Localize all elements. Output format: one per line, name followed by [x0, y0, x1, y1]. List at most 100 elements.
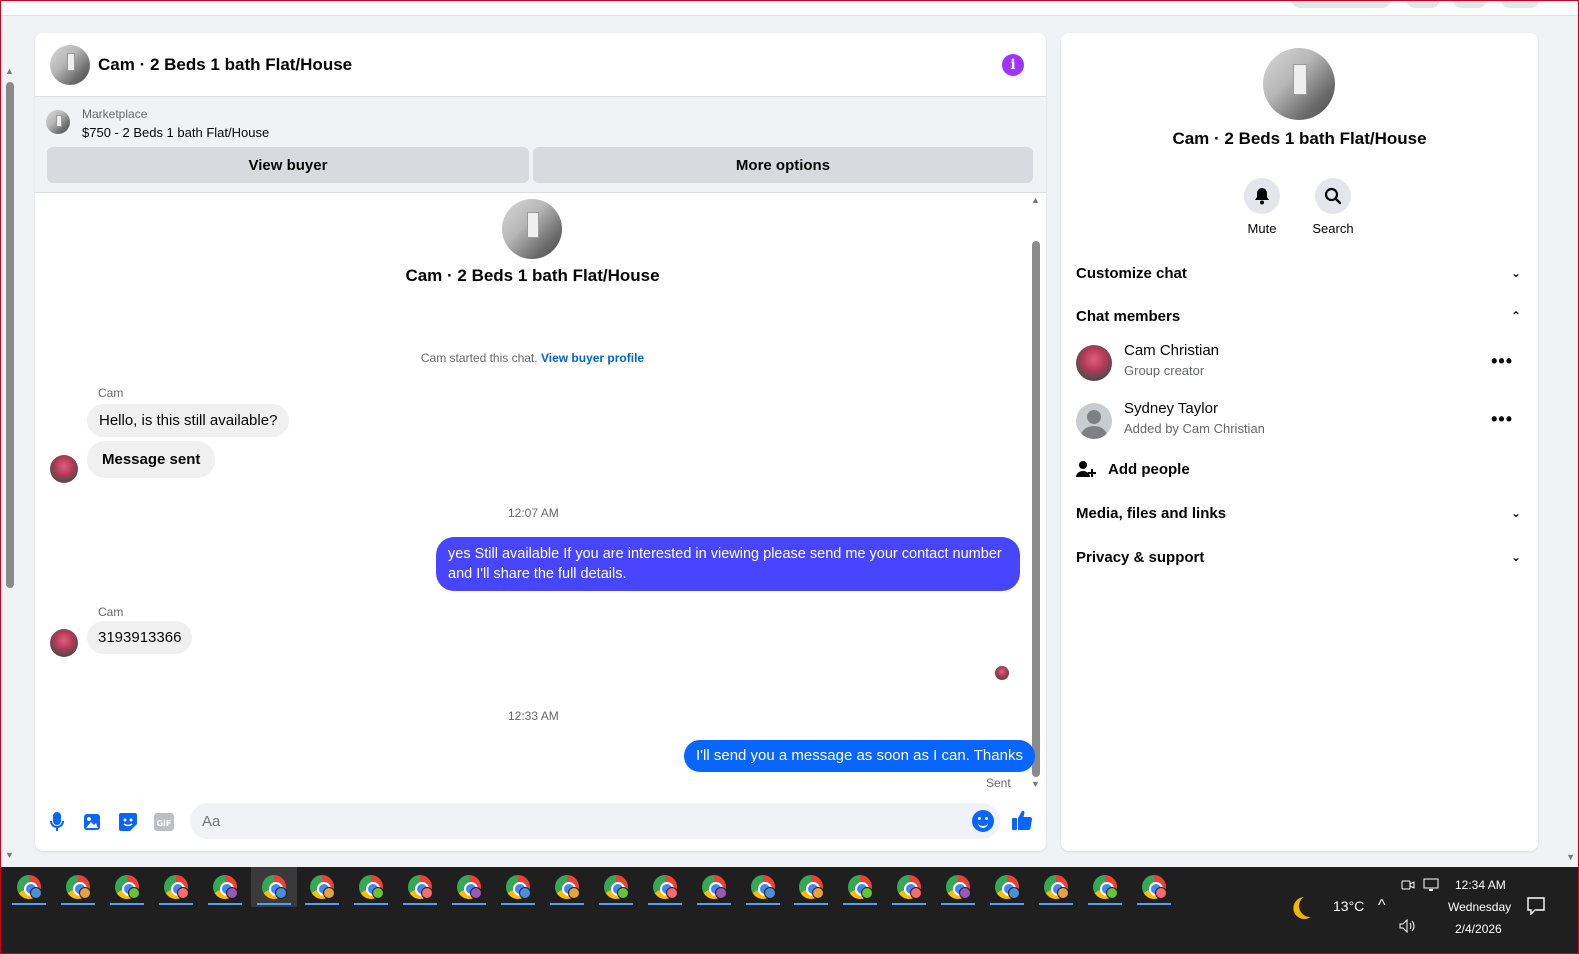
- listing-title[interactable]: $750 - 2 Beds 1 bath Flat/House: [82, 125, 269, 140]
- taskbar-app-button[interactable]: [153, 867, 199, 907]
- clock-date[interactable]: 2/4/2026: [1455, 922, 1502, 936]
- page-scrollbar[interactable]: ▲ ▼: [2, 66, 16, 862]
- taskbar-app-button[interactable]: [6, 867, 52, 907]
- chat-title[interactable]: Cam · 2 Beds 1 bath Flat/House: [98, 55, 352, 75]
- privacy-support-section[interactable]: Privacy & support ⌄: [1076, 539, 1523, 575]
- running-indicator: [1087, 903, 1122, 905]
- search-icon[interactable]: [1315, 178, 1351, 214]
- taskbar-app-button[interactable]: [250, 867, 297, 907]
- taskbar-app-button[interactable]: [202, 867, 248, 907]
- scroll-up-icon[interactable]: ▲: [1031, 195, 1040, 205]
- sticker-icon[interactable]: [117, 811, 139, 833]
- message-bubble-incoming[interactable]: Hello, is this still available?: [87, 404, 290, 437]
- running-indicator: [256, 903, 291, 905]
- top-icon-button[interactable]: [1453, 0, 1487, 8]
- taskbar-app-button[interactable]: [984, 867, 1030, 907]
- details-panel: Cam · 2 Beds 1 bath Flat/House Mute Sear…: [1061, 33, 1538, 851]
- mute-button[interactable]: Mute: [1232, 178, 1292, 236]
- media-files-links-section[interactable]: Media, files and links ⌄: [1076, 495, 1523, 531]
- details-avatar[interactable]: [1263, 48, 1335, 120]
- profile-badge-icon: [274, 887, 287, 899]
- message-input[interactable]: [190, 803, 1000, 839]
- member-row[interactable]: Cam Christian Group creator •••: [1076, 339, 1523, 387]
- info-icon[interactable]: i: [1002, 54, 1024, 76]
- clock-day[interactable]: Wednesday: [1448, 900, 1511, 914]
- view-buyer-profile-link[interactable]: View buyer profile: [541, 351, 644, 365]
- taskbar-app-button[interactable]: [1131, 867, 1177, 907]
- taskbar-app-button[interactable]: [1033, 867, 1079, 907]
- top-pill[interactable]: [1291, 0, 1391, 8]
- chevron-up-icon[interactable]: ^: [1378, 897, 1386, 915]
- scroll-down-icon[interactable]: ▼: [1566, 852, 1575, 862]
- profile-button[interactable]: [1501, 0, 1539, 8]
- gif-icon[interactable]: GIF: [153, 811, 175, 833]
- message-scrollbar[interactable]: ▲ ▼: [1031, 195, 1041, 789]
- taskbar-app-button[interactable]: [55, 867, 101, 907]
- top-icon-button[interactable]: [1406, 0, 1440, 8]
- scroll-down-icon[interactable]: ▼: [1031, 779, 1040, 789]
- taskbar-app-button[interactable]: [691, 867, 737, 907]
- more-options-icon[interactable]: •••: [1491, 351, 1513, 372]
- taskbar-app-button[interactable]: [886, 867, 932, 907]
- taskbar-app-button[interactable]: [788, 867, 834, 907]
- taskbar-app-button[interactable]: [837, 867, 883, 907]
- running-indicator: [354, 903, 389, 905]
- chevron-down-icon: ⌄: [1510, 550, 1522, 564]
- conversation-avatar[interactable]: [502, 199, 562, 259]
- more-options-icon[interactable]: •••: [1491, 409, 1513, 430]
- listing-thumbnail: [46, 110, 70, 134]
- sender-avatar[interactable]: [50, 455, 78, 483]
- message-bubble-incoming[interactable]: Message sent: [87, 441, 216, 478]
- profile-badge-icon: [372, 887, 385, 899]
- scroll-down-icon[interactable]: ▼: [5, 850, 14, 860]
- running-indicator: [990, 903, 1024, 905]
- weather-widget[interactable]: 13°C: [1291, 895, 1364, 917]
- member-row[interactable]: Sydney Taylor Added by Cam Christian •••: [1076, 397, 1523, 445]
- more-options-button[interactable]: More options: [533, 147, 1033, 183]
- message-bubble-outgoing[interactable]: yes Still available If you are intereste…: [436, 537, 1020, 591]
- message-bubble-outgoing[interactable]: I'll send you a message as soon as I can…: [684, 740, 1035, 772]
- notification-icon[interactable]: [1527, 897, 1545, 918]
- taskbar-app-button[interactable]: [642, 867, 688, 907]
- taskbar-app-button[interactable]: [544, 867, 590, 907]
- customize-chat-section[interactable]: Customize chat ⌄: [1076, 255, 1523, 291]
- meet-now-icon[interactable]: [1401, 878, 1415, 895]
- clock-time[interactable]: 12:34 AM: [1455, 878, 1506, 892]
- image-icon[interactable]: [81, 811, 103, 833]
- view-buyer-button[interactable]: View buyer: [47, 147, 529, 183]
- taskbar-app-button[interactable]: [397, 867, 443, 907]
- running-indicator: [60, 903, 95, 905]
- taskbar-app-button[interactable]: [299, 867, 345, 907]
- thumbs-up-icon[interactable]: [1011, 809, 1033, 831]
- add-people-button[interactable]: Add people: [1076, 457, 1190, 481]
- member-avatar[interactable]: [1076, 403, 1112, 439]
- taskbar-app-button[interactable]: [446, 867, 492, 907]
- message-bubble-incoming[interactable]: 3193913366: [87, 621, 193, 654]
- taskbar-app-button[interactable]: [935, 867, 981, 907]
- sender-avatar[interactable]: [50, 629, 78, 657]
- chat-avatar[interactable]: [50, 44, 90, 85]
- taskbar-app-button[interactable]: [1082, 867, 1128, 907]
- taskbar-app-button[interactable]: [495, 867, 541, 907]
- taskbar-app-button[interactable]: [348, 867, 394, 907]
- taskbar-app-button[interactable]: [740, 867, 786, 907]
- microphone-icon[interactable]: [46, 811, 68, 833]
- scrollbar-thumb[interactable]: [6, 82, 14, 588]
- member-name: Cam Christian: [1124, 342, 1220, 359]
- taskbar-app-button[interactable]: [104, 867, 150, 907]
- chat-members-section[interactable]: Chat members ⌃: [1076, 298, 1523, 334]
- taskbar-app-button[interactable]: [593, 867, 639, 907]
- message-list: ▲ ▼ Cam · 2 Beds 1 bath Flat/House Cam s…: [35, 193, 1046, 803]
- volume-icon[interactable]: [1399, 918, 1417, 936]
- emoji-icon[interactable]: [972, 810, 994, 832]
- scroll-up-icon[interactable]: ▲: [5, 66, 14, 76]
- profile-badge-icon: [30, 887, 42, 899]
- member-avatar[interactable]: [1076, 345, 1112, 381]
- profile-badge-icon: [421, 887, 434, 899]
- bell-icon[interactable]: [1244, 178, 1280, 214]
- scrollbar-thumb[interactable]: [1032, 241, 1040, 777]
- profile-badge-icon: [567, 887, 580, 899]
- network-icon[interactable]: [1423, 878, 1439, 895]
- chevron-down-icon: ⌄: [1510, 506, 1522, 520]
- search-button[interactable]: Search: [1303, 178, 1363, 236]
